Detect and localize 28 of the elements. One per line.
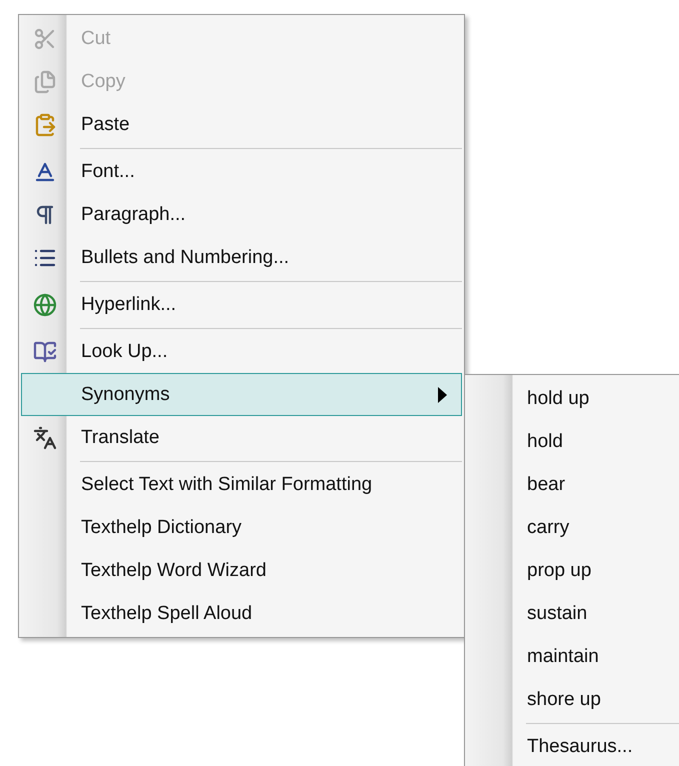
menu-item[interactable]: Paste [21, 103, 462, 146]
menu-item[interactable]: hold up [467, 377, 679, 420]
menu-item[interactable]: Texthelp Word Wizard [21, 549, 462, 592]
scissors-icon [33, 26, 57, 50]
menu-item[interactable]: Bullets and Numbering... [21, 236, 462, 279]
book-search-icon [33, 340, 57, 364]
menu-item[interactable]: Select Text with Similar Formatting [21, 463, 462, 506]
menu-item[interactable]: Paragraph... [21, 193, 462, 236]
menu-item[interactable]: carry [467, 506, 679, 549]
menu-item[interactable]: Texthelp Dictionary [21, 506, 462, 549]
menu-item[interactable]: maintain [467, 635, 679, 678]
submenu-arrow-icon [438, 386, 447, 402]
translate-icon [33, 426, 57, 450]
menu-item[interactable]: Translate [21, 416, 462, 459]
menu-item[interactable]: prop up [467, 549, 679, 592]
menu-item[interactable]: hold [467, 420, 679, 463]
menu-item[interactable]: sustain [467, 592, 679, 635]
menu-item[interactable]: Thesaurus... [467, 725, 679, 766]
copy-icon [33, 70, 57, 94]
menu-item[interactable]: Font... [21, 150, 462, 193]
menu-item[interactable]: shore up [467, 678, 679, 721]
menu-item[interactable]: Synonyms [21, 373, 462, 416]
menu-item[interactable]: Look Up... [21, 330, 462, 373]
globe-icon [33, 292, 57, 316]
menu-item[interactable]: bear [467, 463, 679, 506]
menu-item[interactable]: Texthelp Spell Aloud [21, 592, 462, 635]
clipboard-icon [33, 112, 57, 136]
menu-item[interactable]: Hyperlink... [21, 283, 462, 326]
